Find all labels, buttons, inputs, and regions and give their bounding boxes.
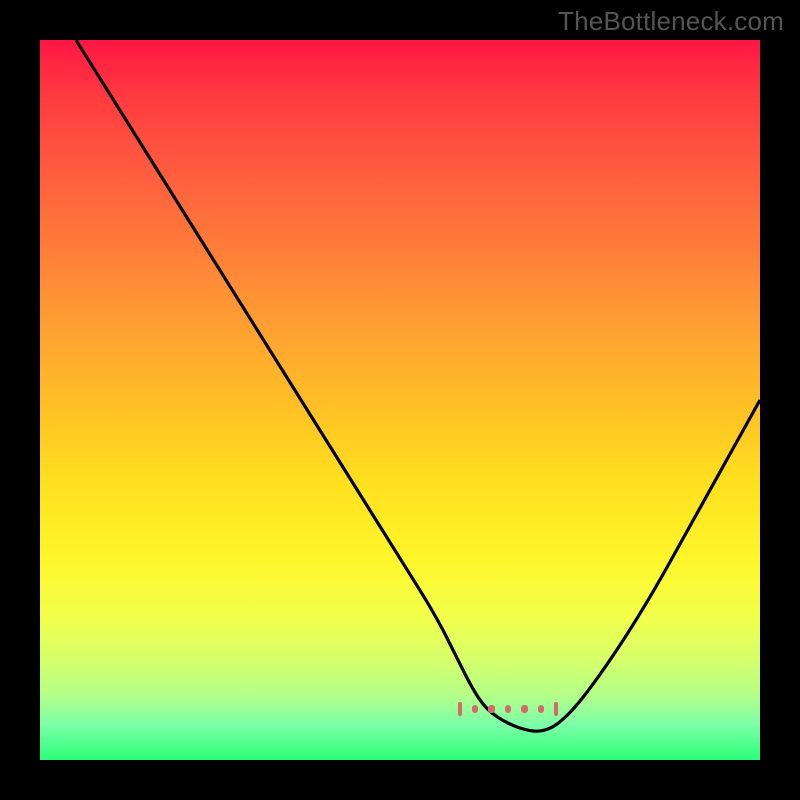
marker-dash [472, 705, 479, 713]
marker-dot [554, 702, 558, 716]
bottleneck-curve [76, 40, 760, 731]
marker-dash [538, 705, 545, 713]
plot-area [40, 40, 760, 760]
chart-container: TheBottleneck.com [0, 0, 800, 800]
watermark-text: TheBottleneck.com [558, 6, 784, 37]
marker-dash [521, 705, 528, 713]
marker-dash [505, 705, 512, 713]
curve-layer [40, 40, 760, 760]
marker-dash [488, 705, 495, 713]
marker-dot [458, 702, 462, 716]
optimal-zone-markers [458, 700, 559, 718]
